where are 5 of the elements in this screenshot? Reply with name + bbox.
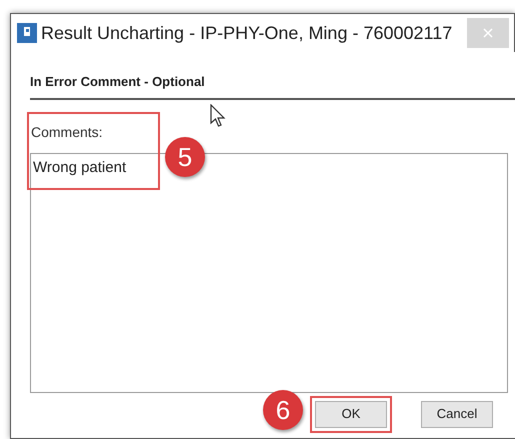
comments-label: Comments: <box>31 122 103 142</box>
window-title: Result Uncharting - IP-PHY-One, Ming - 760002117 <box>41 22 452 45</box>
section-heading: In Error Comment - Optional <box>30 72 515 100</box>
cancel-button[interactable]: Cancel <box>421 400 493 428</box>
ok-button[interactable]: OK <box>315 400 387 428</box>
